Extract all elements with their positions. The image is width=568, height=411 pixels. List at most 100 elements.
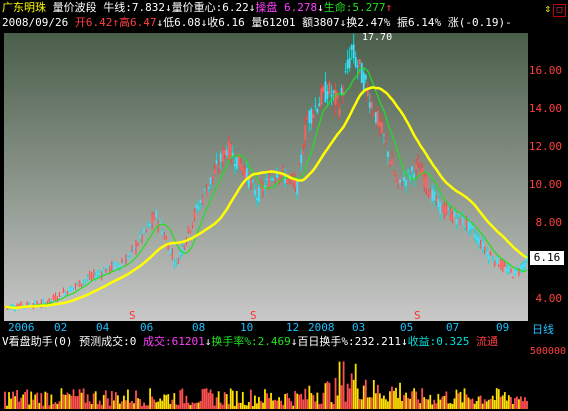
volume-bar	[223, 392, 226, 409]
candle-body	[487, 254, 490, 260]
candle-body	[159, 221, 162, 225]
candle-body	[147, 223, 149, 225]
pin-icon[interactable]: ⇕	[544, 2, 551, 15]
volume-bar	[169, 403, 172, 409]
volume-bar	[352, 379, 355, 409]
candle-body	[52, 296, 55, 299]
volume-bar	[477, 396, 480, 409]
volume-bar	[447, 403, 450, 409]
volume-bar	[219, 402, 222, 409]
candle-body	[70, 287, 73, 292]
volume-background	[4, 349, 528, 409]
candle-body	[463, 225, 466, 227]
date-axis: 2006 02 04 06 08 10 12 2008 03 05 07 09	[4, 321, 528, 335]
candle-body	[483, 248, 486, 250]
volume-bar	[413, 388, 416, 409]
candle-body	[131, 246, 133, 248]
candle-body	[522, 264, 524, 268]
candle-body	[123, 262, 125, 265]
candle-body	[465, 220, 468, 228]
candle-body	[481, 241, 484, 250]
close-label: 收	[207, 16, 219, 29]
volume-bar	[76, 396, 79, 409]
window-controls: ⇕ □	[544, 2, 566, 17]
candle-body	[415, 163, 418, 170]
candle-body	[352, 44, 355, 58]
turn-value: 2.47%	[357, 16, 391, 29]
chengjiao-value: 61201	[171, 335, 205, 348]
volume-bar	[147, 405, 149, 409]
amt-value: 3807	[313, 16, 340, 29]
y-tick: 14.00	[528, 102, 562, 115]
candle-body	[518, 271, 520, 273]
volume-bar	[431, 404, 434, 409]
volume-chart[interactable]	[4, 349, 528, 409]
peak-label: 17.70	[362, 33, 392, 43]
candle-body	[370, 102, 373, 109]
candle-body	[64, 291, 67, 295]
volume-bar	[221, 404, 224, 409]
candle-body	[389, 161, 391, 164]
candle-body	[179, 252, 182, 255]
shengming-label: 生命:	[323, 1, 353, 14]
candle-body	[199, 200, 202, 203]
volume-bar	[38, 402, 41, 409]
candle-body	[137, 244, 139, 246]
volume-bar	[391, 386, 393, 409]
volume-bar	[511, 403, 514, 409]
x-label: 2006	[8, 321, 35, 334]
period-selector[interactable]: 日线	[532, 321, 554, 337]
volume-bar	[187, 402, 190, 409]
candle-body	[417, 160, 420, 162]
volume-bar	[429, 394, 432, 409]
candle-body	[243, 170, 246, 180]
volume-bar	[72, 389, 75, 409]
volume-title[interactable]: V看盘助手(0)	[2, 335, 73, 348]
low-label: 低	[163, 16, 175, 29]
candle-body	[60, 296, 63, 298]
close-panel-icon[interactable]: □	[553, 4, 566, 17]
volume-bar	[397, 397, 399, 409]
candle-body	[221, 150, 224, 163]
volume-bar	[326, 381, 329, 409]
volume-bar	[114, 392, 117, 409]
volume-bar	[22, 394, 25, 409]
stock-name[interactable]: 广东明珠	[2, 1, 46, 14]
volume-bar	[485, 401, 488, 409]
close-value: 6.16	[218, 16, 245, 29]
price-chart[interactable]: S S S 17.70	[4, 33, 528, 321]
candle-body	[403, 177, 405, 181]
candle-body	[471, 226, 474, 229]
volume-bar	[201, 389, 204, 409]
volume-bar	[469, 399, 472, 409]
volume-bar	[501, 395, 504, 409]
low-value: 6.08	[174, 16, 201, 29]
candle-body	[354, 57, 357, 67]
candle-body	[104, 270, 107, 273]
caopan-label: 操盘	[255, 1, 278, 14]
candle-body	[254, 189, 256, 196]
volume-bar	[98, 400, 101, 409]
volume-bar	[437, 393, 440, 409]
indicator-name[interactable]: 量价波段	[53, 1, 97, 14]
volume-bar	[233, 405, 236, 409]
candle-body	[425, 175, 428, 188]
volume-bar	[435, 403, 438, 409]
volume-bar	[507, 395, 510, 409]
volume-bar	[141, 405, 143, 409]
volume-bar	[362, 385, 365, 409]
candle-body	[108, 266, 111, 272]
candle-body	[50, 299, 53, 301]
volume-bar	[151, 396, 154, 409]
volume-bar	[453, 398, 456, 409]
candle-body	[68, 287, 71, 293]
volume-bar	[292, 405, 295, 409]
bairi-value: 232.211	[354, 335, 401, 348]
volume-bar	[80, 392, 83, 409]
volume-bar	[284, 393, 287, 409]
candle-body	[286, 179, 289, 183]
candle-body	[121, 262, 123, 264]
candle-body	[197, 206, 200, 210]
volume-bar	[189, 404, 192, 409]
volume-bar	[332, 403, 335, 409]
